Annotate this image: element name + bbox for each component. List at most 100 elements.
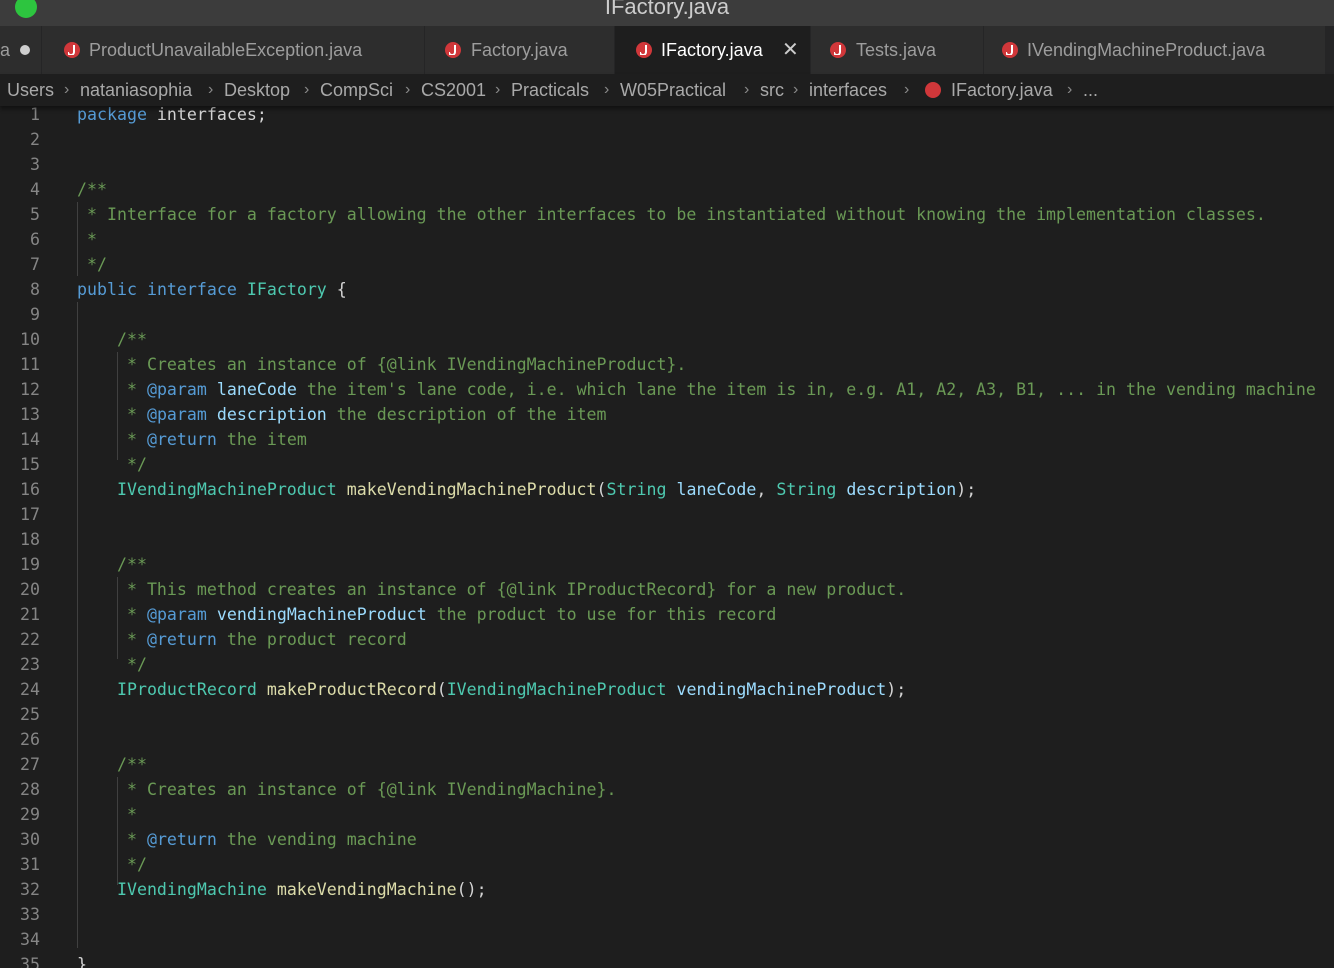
code-line[interactable]: 8 public interface IFactory { <box>0 277 1334 302</box>
line-code: /** <box>77 177 107 202</box>
breadcrumb-item-src[interactable]: src <box>760 74 784 106</box>
breadcrumb-item-practicals[interactable]: Practicals <box>511 74 589 106</box>
code-line[interactable]: 22 * @return the product record <box>0 627 1334 652</box>
code-line[interactable]: 32 IVendingMachine makeVendingMachine(); <box>0 877 1334 902</box>
code-token: the description of the item <box>326 405 607 424</box>
code-token: IVendingMachineProduct <box>446 680 667 699</box>
code-token: * Interface for a factory allowing the o… <box>77 205 1266 224</box>
tab-label: ProductUnavailableException.java <box>89 40 363 60</box>
tab-ifactory[interactable]: IFactory.java ✕ <box>615 26 811 74</box>
line-number: 32 <box>20 880 40 899</box>
code-token: String <box>606 480 667 499</box>
line-number: 24 <box>20 680 40 699</box>
tab-product-unavailable-exception[interactable]: ProductUnavailableException.java <box>42 26 425 74</box>
code-line[interactable]: 3 <box>0 152 1334 177</box>
code-line[interactable]: 20 * This method creates an instance of … <box>0 577 1334 602</box>
code-line[interactable]: 4 /** <box>0 177 1334 202</box>
code-token: */ <box>116 455 147 474</box>
code-line[interactable]: 15 */ <box>0 452 1334 477</box>
code-token: public <box>77 280 137 299</box>
code-line[interactable]: 21 * @param vendingMachineProduct the pr… <box>0 602 1334 627</box>
code-line[interactable]: 16 IVendingMachineProduct makeVendingMac… <box>0 477 1334 502</box>
code-line[interactable]: 33 <box>0 902 1334 927</box>
code-line[interactable]: 12 * @param laneCode the item's lane cod… <box>0 377 1334 402</box>
breadcrumb-item-symbol[interactable]: ... <box>1083 74 1098 106</box>
line-number: 28 <box>20 780 40 799</box>
breadcrumb-item-user[interactable]: nataniasophia <box>80 74 192 106</box>
tab-tests[interactable]: Tests.java <box>811 26 984 74</box>
chevron-right-icon: › <box>495 81 501 98</box>
line-code: * This method creates an instance of {@l… <box>77 577 906 602</box>
code-token: /** <box>77 180 107 199</box>
code-line[interactable]: 29 * <box>0 802 1334 827</box>
chevron-right-icon: › <box>208 81 214 98</box>
code-line[interactable]: 13 * @param description the description … <box>0 402 1334 427</box>
code-token: the product to use for this record <box>426 605 777 624</box>
chevron-right-icon: › <box>1067 81 1073 98</box>
code-line[interactable]: 1 package interfaces; <box>0 106 1334 127</box>
close-icon[interactable]: ✕ <box>782 26 799 74</box>
code-token: @param <box>146 405 207 424</box>
line-number: 8 <box>30 280 40 299</box>
line-code: * @return the vending machine <box>77 827 417 852</box>
code-line[interactable]: 35} <box>0 952 1334 968</box>
code-token: laneCode <box>676 480 757 499</box>
code-line[interactable]: 27 /** <box>0 752 1334 777</box>
code-line[interactable]: 10 /** <box>0 327 1334 352</box>
line-number: 6 <box>30 230 40 249</box>
code-line[interactable]: 11 * Creates an instance of {@link IVend… <box>0 352 1334 377</box>
breadcrumb-item-compsci[interactable]: CompSci <box>320 74 393 106</box>
line-number: 7 <box>30 255 40 274</box>
code-line[interactable]: 30 * @return the vending machine <box>0 827 1334 852</box>
line-code: /** <box>77 327 147 352</box>
code-line[interactable]: 6 * <box>0 227 1334 252</box>
code-token: IVendingMachine <box>116 880 267 899</box>
line-code: /** <box>77 552 147 577</box>
code-token: IProductRecord <box>116 680 257 699</box>
breadcrumb-item-users[interactable]: Users <box>7 74 54 106</box>
code-token: @return <box>146 630 217 649</box>
code-line[interactable]: 24 IProductRecord makeProductRecord(IVen… <box>0 677 1334 702</box>
breadcrumb-item-w05practical[interactable]: W05Practical <box>620 74 726 106</box>
line-number: 30 <box>20 830 40 849</box>
line-code: * <box>77 227 97 252</box>
code-token: IFactory <box>246 280 327 299</box>
code-line[interactable]: 17 <box>0 502 1334 527</box>
code-line[interactable]: 9 <box>0 302 1334 327</box>
breadcrumb-item-desktop[interactable]: Desktop <box>224 74 290 106</box>
line-number: 16 <box>20 480 40 499</box>
breadcrumb-item-cs2001[interactable]: CS2001 <box>421 74 486 106</box>
code-token: interfaces; <box>146 106 267 124</box>
code-line[interactable]: 23 */ <box>0 652 1334 677</box>
code-line[interactable]: 25 <box>0 702 1334 727</box>
code-editor[interactable]: 1 package interfaces; 2 3 4/** 5 * Interface … <box>0 106 1334 968</box>
tab-label: Tests.java <box>856 40 937 60</box>
breadcrumb-item-interfaces[interactable]: interfaces <box>809 74 887 106</box>
code-line[interactable]: 7 */ <box>0 252 1334 277</box>
tab-partial[interactable]: a <box>0 26 42 74</box>
line-number: 26 <box>20 730 40 749</box>
code-line[interactable]: 5 * Interface for a factory allowing the… <box>0 202 1334 227</box>
code-line[interactable]: 26 <box>0 727 1334 752</box>
code-line[interactable]: 18 <box>0 527 1334 552</box>
code-line[interactable]: 31 */ <box>0 852 1334 877</box>
code-line[interactable]: 34 <box>0 927 1334 952</box>
code-line[interactable]: 2 <box>0 127 1334 152</box>
line-code: * @return the item <box>77 427 307 452</box>
java-file-icon <box>925 82 941 98</box>
code-line[interactable]: 19 /** <box>0 552 1334 577</box>
code-line[interactable]: 28 * Creates an instance of {@link IVend… <box>0 777 1334 802</box>
tab-factory[interactable]: Factory.java <box>425 26 615 74</box>
code-token: ( <box>436 680 447 699</box>
java-file-icon <box>636 42 652 58</box>
chevron-right-icon: › <box>904 81 910 98</box>
code-token: * <box>116 630 147 649</box>
breadcrumb-item-file[interactable]: IFactory.java <box>951 74 1053 106</box>
tab-ivending-machine-product[interactable]: IVendingMachineProduct.java <box>984 26 1326 74</box>
code-line[interactable]: 14 * @return the item <box>0 427 1334 452</box>
